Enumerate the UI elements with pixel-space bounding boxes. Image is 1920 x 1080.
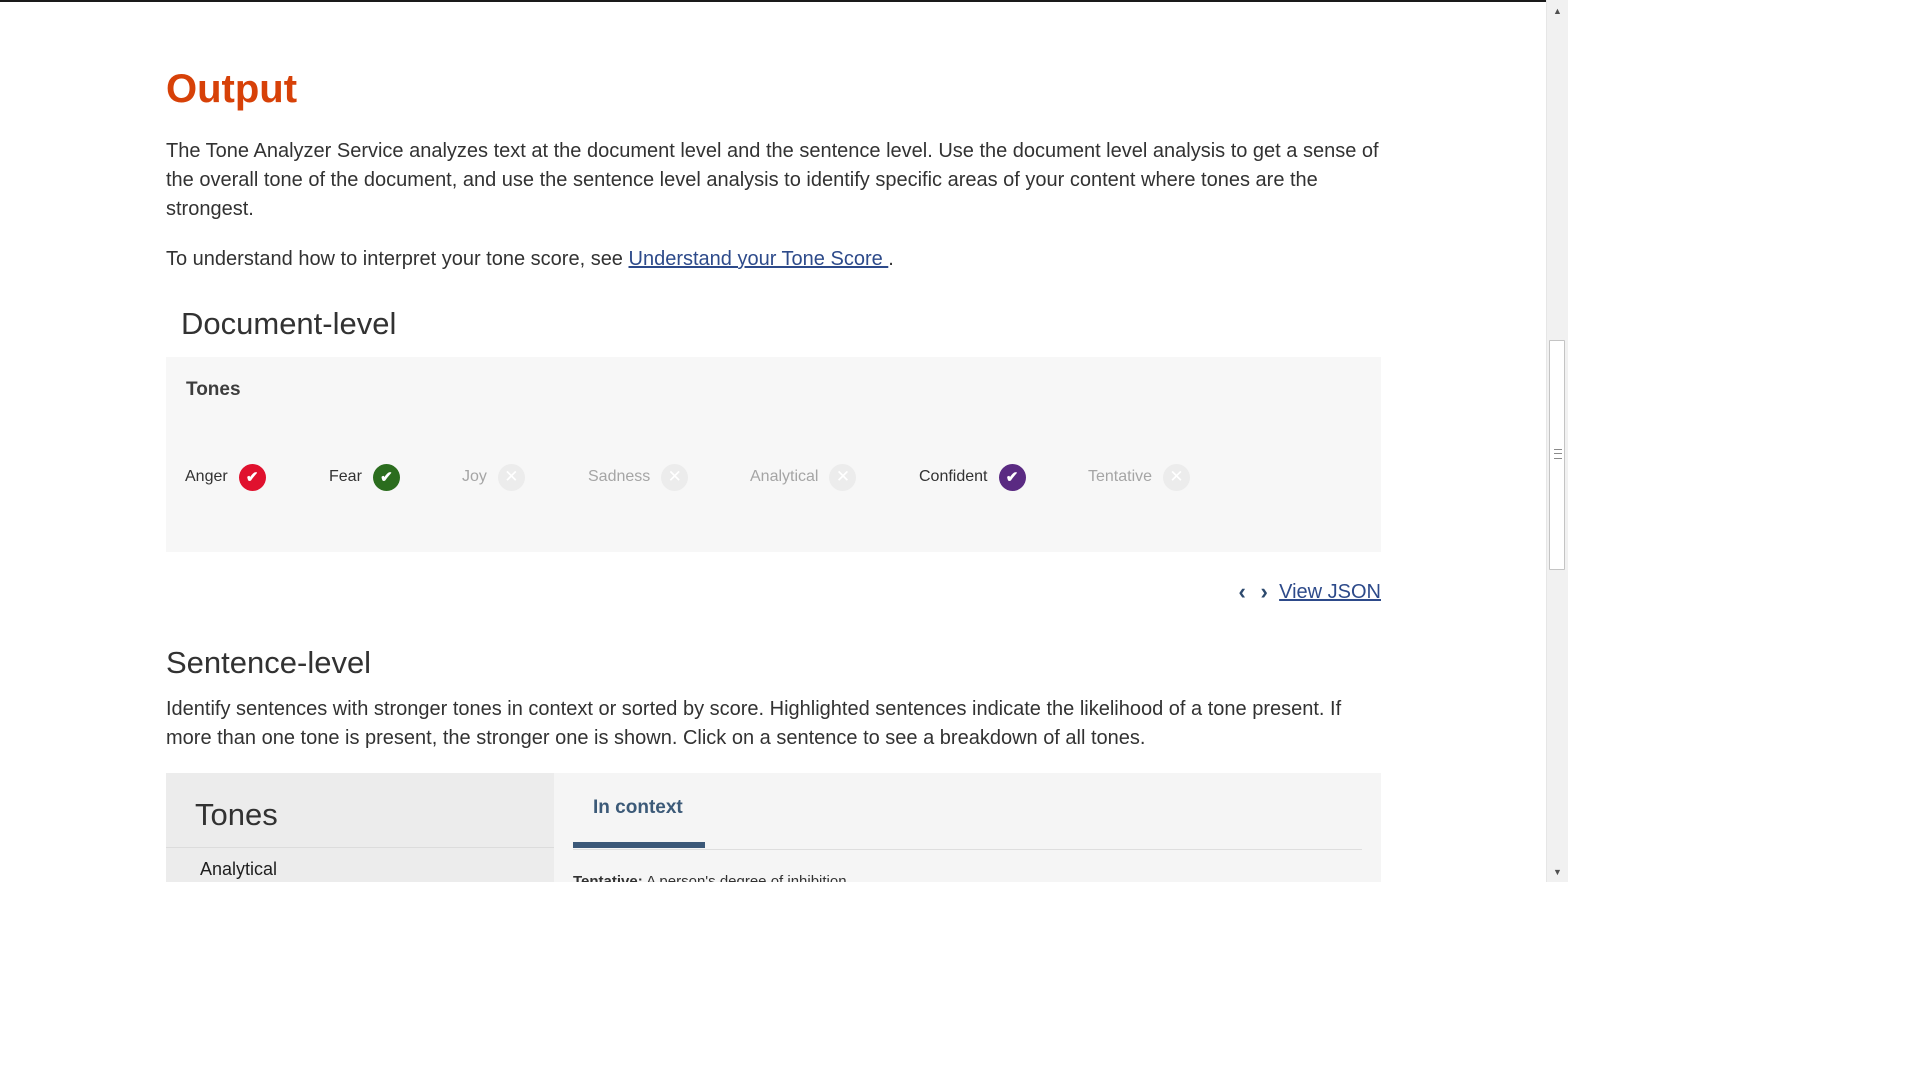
scroll-thumb[interactable]: [1549, 340, 1565, 570]
page: Output The Tone Analyzer Service analyze…: [0, 0, 1568, 882]
tone-name: Sadness: [588, 468, 651, 485]
tab-divider: [573, 849, 1362, 850]
sentence-panel: Tones Analytical In context Tentative: A…: [166, 773, 1381, 882]
tones-label: Tones: [186, 379, 241, 400]
tone-definition: Tentative: A person's degree of inhibiti…: [573, 873, 847, 882]
sentence-level-title: Sentence-level: [166, 645, 372, 680]
document-tones-panel: Tones Anger ✔ Fear ✔ Joy ✕ Sadness ✕ Ana…: [166, 357, 1381, 552]
close-icon: ✕: [661, 463, 689, 491]
json-nav: ‹ › View JSON: [1231, 578, 1381, 606]
tone-anger: Anger ✔: [185, 462, 266, 492]
tone-joy: Joy ✕: [462, 462, 525, 492]
divider: [166, 847, 554, 848]
close-icon: ✕: [497, 463, 525, 491]
document-level-title: Document-level: [181, 306, 397, 341]
sentence-view-column: In context Tentative: A person's degree …: [554, 773, 1381, 882]
close-icon: ✕: [829, 463, 857, 491]
tones-filter-column: Tones Analytical: [166, 773, 554, 882]
tone-name: Joy: [462, 468, 487, 485]
tones-filter-title: Tones: [195, 797, 278, 832]
close-icon: ✕: [1163, 463, 1191, 491]
check-icon: ✔: [372, 463, 400, 491]
tone-name: Confident: [919, 468, 988, 485]
chevron-left-icon[interactable]: ‹: [1231, 580, 1253, 604]
scroll-up-icon[interactable]: ▲: [1547, 3, 1568, 20]
tone-sadness: Sadness ✕: [588, 462, 689, 492]
tone-fear: Fear ✔: [329, 462, 400, 492]
scroll-down-icon[interactable]: ▼: [1547, 864, 1568, 881]
tone-tentative: Tentative ✕: [1088, 462, 1191, 492]
understand-prefix: To understand how to interpret your tone…: [166, 248, 629, 270]
tone-name: Tentative: [1088, 468, 1153, 485]
tone-definition-text: A person's degree of inhibition: [642, 873, 847, 882]
output-intro: The Tone Analyzer Service analyzes text …: [166, 140, 1379, 220]
window-top-border: [0, 0, 1547, 2]
chevron-right-icon[interactable]: ›: [1253, 580, 1275, 604]
view-json-link[interactable]: View JSON: [1279, 581, 1381, 604]
tone-name: Fear: [329, 468, 362, 485]
tab-in-context[interactable]: In context: [593, 797, 683, 819]
tone-name: Anger: [185, 468, 228, 485]
tone-analytical: Analytical ✕: [750, 462, 857, 492]
active-tab-indicator: [573, 842, 705, 848]
understand-tone-score-link[interactable]: Understand your Tone Score: [629, 248, 889, 270]
check-icon: ✔: [238, 463, 266, 491]
tones-filter-item-analytical[interactable]: Analytical: [200, 859, 277, 880]
tone-confident: Confident ✔: [919, 462, 1026, 492]
understand-paragraph: To understand how to interpret your tone…: [166, 245, 894, 274]
check-icon: ✔: [998, 463, 1026, 491]
tone-definition-label: Tentative:: [573, 873, 643, 882]
understand-suffix: .: [888, 248, 894, 270]
sentence-level-description: Identify sentences with stronger tones i…: [166, 698, 1342, 749]
vertical-scrollbar[interactable]: ▲ ▼: [1546, 0, 1568, 882]
output-title: Output: [166, 67, 298, 111]
grip-icon: [1554, 449, 1562, 459]
tone-name: Analytical: [750, 468, 819, 485]
